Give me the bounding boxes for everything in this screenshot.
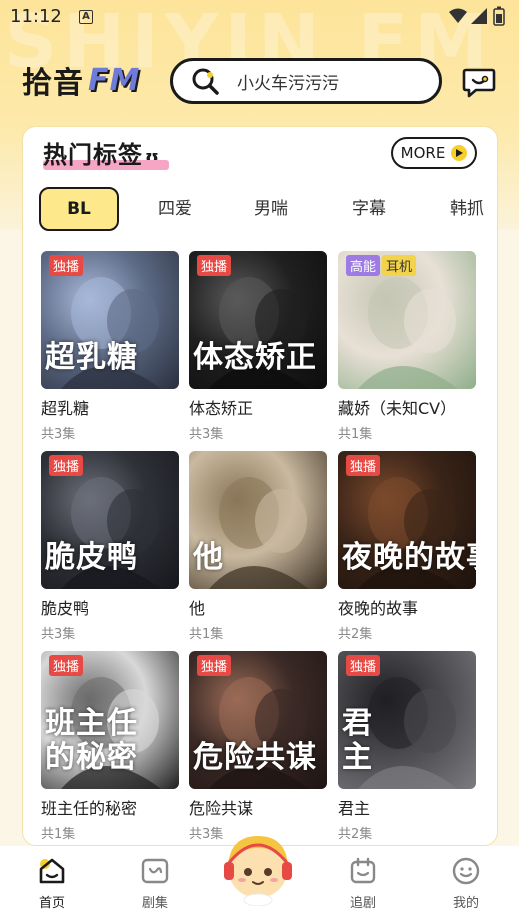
mascot-icon[interactable]	[220, 826, 296, 907]
follow-icon	[348, 856, 378, 886]
nav-profile[interactable]: 我的	[436, 856, 496, 911]
episode-count: 共3集	[41, 627, 76, 642]
logo-text: 拾音	[22, 66, 84, 101]
drama-cover[interactable]: 他	[189, 451, 327, 589]
drama-item[interactable]: 独播 脆皮鸭 脆皮鸭 共3集	[41, 451, 181, 642]
drama-cover[interactable]: 高能 耳机	[338, 251, 476, 389]
message-icon[interactable]	[462, 66, 496, 98]
cover-title-text: 他	[193, 540, 224, 575]
exclusive-badge: 独播	[197, 255, 232, 276]
drama-item[interactable]: 独播班主任 的秘密班主任的秘密共1集	[41, 651, 181, 842]
search-bar[interactable]: 小火车污污污	[170, 58, 442, 104]
exclusive-badge: 独播	[49, 255, 84, 276]
drama-item[interactable]: 高能 耳机藏娇（未知CV） 共1集	[338, 251, 478, 442]
drama-title[interactable]: 超乳糖	[41, 395, 181, 419]
drama-item[interactable]: 独播 危险共谋 危险共谋 共3集	[189, 651, 329, 842]
drama-item[interactable]: 独播 超乳糖 超乳糖 共3集	[41, 251, 181, 442]
status-icons	[447, 6, 509, 28]
drama-item[interactable]: 独播夜晚的故事夜晚的故事共2集	[338, 451, 478, 642]
drama-cover[interactable]: 独播超乳糖	[41, 251, 179, 389]
exclusive-badge: 独播	[197, 655, 232, 676]
tab-siai[interactable]: 四爱	[145, 187, 205, 231]
tab-nanchuan[interactable]: 男喘	[241, 187, 301, 231]
search-input[interactable]: 小火车污污污	[237, 69, 339, 94]
drama-cover[interactable]: 独播体态矫正	[189, 251, 327, 389]
drama-title[interactable]: 班主任的秘密	[41, 795, 181, 819]
wifi-icon	[449, 8, 467, 23]
section-title: 热门标签 ʊ	[43, 135, 169, 170]
episode-count: 共2集	[338, 627, 373, 642]
tab-bl[interactable]: BL	[39, 187, 119, 231]
episode-count: 共1集	[189, 627, 224, 642]
drama-item[interactable]: 独播 体态矫正 体态矫正 共3集	[189, 251, 329, 442]
exclusive-badge: 独播	[346, 455, 381, 476]
tab-zimu[interactable]: 字幕	[339, 187, 399, 231]
tab-hanzhua[interactable]: 韩抓	[437, 187, 497, 231]
drama-title[interactable]: 藏娇（未知CV）	[338, 395, 478, 419]
section-title-text: 热门标签	[43, 141, 143, 169]
cover-title-text: 夜晚的故事	[342, 540, 476, 575]
drama-title[interactable]: 他	[189, 595, 329, 619]
cover-title-text: 君 主	[342, 706, 373, 775]
nav-follow[interactable]: 追剧	[333, 856, 393, 911]
cover-title-text: 超乳糖	[45, 340, 138, 375]
notification-icon: A	[79, 10, 93, 24]
nav-drama[interactable]: 剧集	[125, 856, 185, 911]
nav-home-label: 首页	[38, 896, 65, 911]
episode-count: 共2集	[338, 827, 373, 842]
cover-title-text: 体态矫正	[193, 340, 317, 375]
status-bar: 11:12 A	[0, 0, 519, 36]
home-icon	[37, 856, 67, 886]
drama-cover[interactable]: 独播君 主	[338, 651, 476, 789]
drama-cover[interactable]: 独播班主任 的秘密	[41, 651, 179, 789]
tag-badge: 耳机	[382, 255, 417, 276]
cover-title-text: 危险共谋	[193, 740, 317, 775]
exclusive-badge: 独播	[49, 655, 84, 676]
drama-title[interactable]: 体态矫正	[189, 395, 329, 419]
episode-count: 共1集	[41, 827, 76, 842]
drama-cover[interactable]: 独播危险共谋	[189, 651, 327, 789]
badge-group: 高能 耳机	[346, 255, 417, 276]
episode-count: 共3集	[41, 427, 76, 442]
drama-title[interactable]: 夜晚的故事	[338, 595, 478, 619]
nav-follow-label: 追剧	[349, 896, 376, 911]
signal-icon	[471, 8, 487, 24]
episode-count: 共3集	[189, 427, 224, 442]
drama-title[interactable]: 脆皮鸭	[41, 595, 181, 619]
cover-title-text: 班主任 的秘密	[45, 706, 138, 775]
exclusive-badge: 独播	[346, 655, 381, 676]
status-time: 11:12	[10, 6, 62, 27]
logo-fm: FM	[88, 62, 141, 98]
play-icon	[451, 145, 468, 161]
more-button[interactable]: MORE	[391, 137, 477, 169]
drama-cover[interactable]: 独播夜晚的故事	[338, 451, 476, 589]
nav-profile-label: 我的	[452, 896, 479, 911]
nav-home[interactable]: 首页	[22, 856, 82, 911]
cover-title-text: 脆皮鸭	[45, 540, 138, 575]
search-icon	[191, 66, 221, 96]
app-logo: 拾音 FM	[22, 58, 140, 102]
drama-item[interactable]: 独播君 主君主共2集	[338, 651, 478, 842]
drama-item[interactable]: 他他共1集	[189, 451, 329, 642]
drama-title[interactable]: 君主	[338, 795, 478, 819]
drama-icon	[140, 856, 170, 886]
more-button-label: MORE	[400, 144, 446, 162]
profile-icon	[451, 856, 481, 886]
exclusive-badge: 独播	[49, 455, 84, 476]
tag-badge: 高能	[346, 255, 381, 276]
drama-title[interactable]: 危险共谋	[189, 795, 329, 819]
nav-drama-label: 剧集	[141, 896, 168, 911]
episode-count: 共1集	[338, 427, 373, 442]
tag-tabs: BL 四爱 男喘 字幕 韩抓	[37, 187, 497, 231]
hot-tags-card: 热门标签 ʊ MORE BL 四爱 男喘 字幕 韩抓 独播 超乳糖 超乳糖 共3集 独播…	[22, 126, 498, 846]
drama-cover[interactable]: 独播脆皮鸭	[41, 451, 179, 589]
